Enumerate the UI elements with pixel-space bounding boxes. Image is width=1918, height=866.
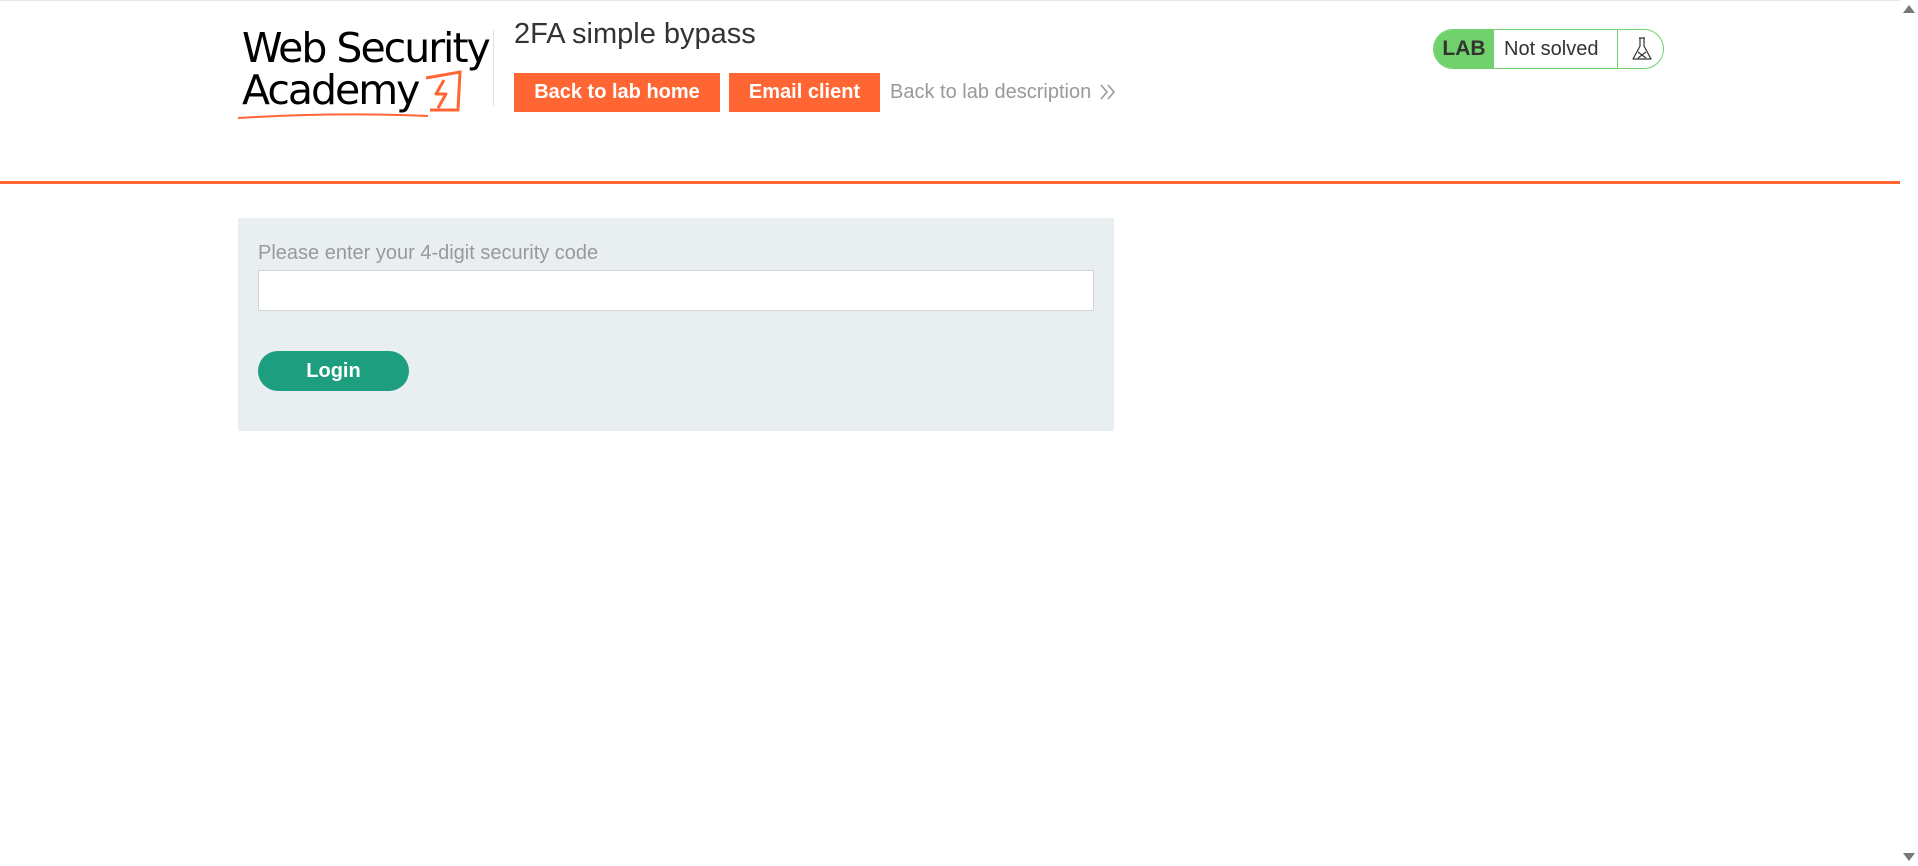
logo-text-line1: Web Security (242, 24, 491, 72)
flask-icon (1632, 37, 1652, 60)
mfa-form-panel: Please enter your 4-digit security code … (238, 218, 1114, 431)
scroll-up-arrow-icon[interactable] (1903, 5, 1915, 13)
header-divider (493, 30, 494, 106)
back-to-lab-home-button[interactable]: Back to lab home (514, 73, 720, 112)
back-to-lab-description-link[interactable]: Back to lab description (890, 81, 1091, 104)
lab-flask-cell (1617, 30, 1663, 68)
lab-status-widget: LAB Not solved (1433, 29, 1664, 69)
scroll-down-arrow-icon[interactable] (1903, 853, 1915, 861)
double-chevron-right-icon[interactable] (1099, 82, 1117, 102)
email-client-button[interactable]: Email client (729, 73, 880, 112)
logo-underline-icon (238, 113, 429, 119)
lab-badge: LAB (1434, 30, 1494, 68)
vertical-scrollbar[interactable] (1900, 0, 1918, 866)
logo-text-line2: Academy (242, 66, 420, 114)
lab-title: 2FA simple bypass (514, 18, 756, 50)
logo-bolt-icon (425, 70, 462, 112)
login-button[interactable]: Login (258, 351, 409, 391)
mfa-code-input[interactable] (258, 270, 1094, 311)
page-header: Web Security Academy 2FA simple bypass B… (0, 0, 1900, 184)
web-security-academy-logo[interactable]: Web Security Academy (238, 24, 491, 120)
lab-status-text: Not solved (1504, 38, 1599, 60)
mfa-code-label: Please enter your 4-digit security code (258, 242, 599, 264)
